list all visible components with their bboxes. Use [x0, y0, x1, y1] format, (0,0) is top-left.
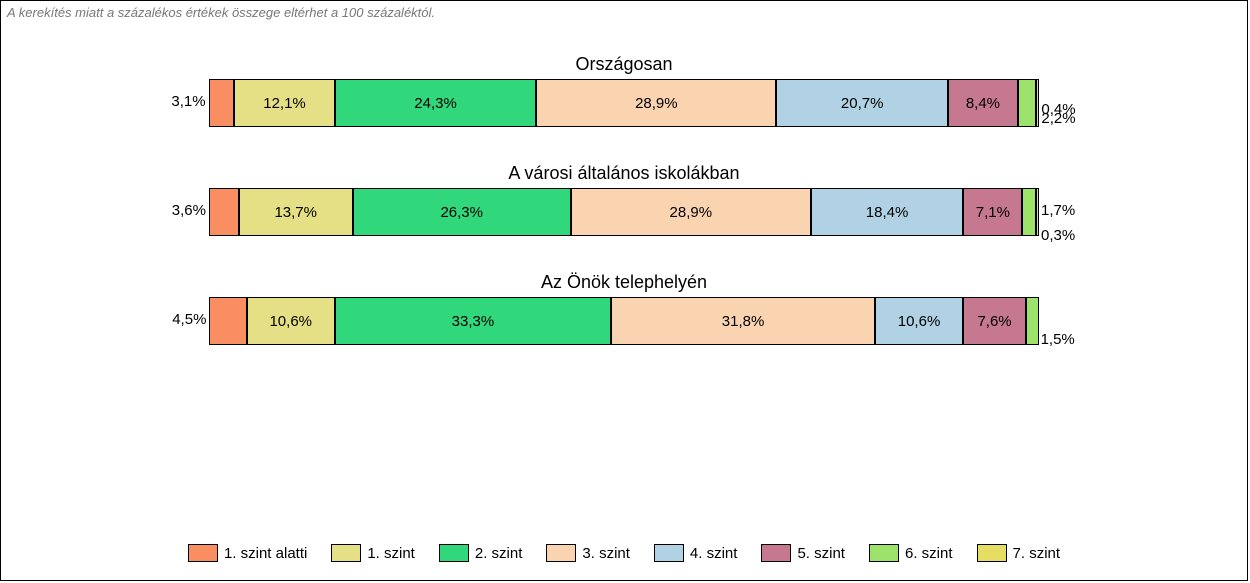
segment: 18,4% [811, 188, 964, 236]
legend-swatch [654, 544, 684, 562]
stacked-bar: 4,5%10,6%33,3%31,8%10,6%7,6%1,5% [209, 297, 1038, 345]
bar-group: A városi általános iskolákban 3,6% 13,7%26… [101, 163, 1147, 250]
segment: 24,3% [335, 79, 537, 127]
bar-group: Az Önök telephelyén4,5%10,6%33,3%31,8%10… [101, 272, 1147, 359]
ext-label-right: 0,4%2,2% [1039, 79, 1075, 113]
rounding-note: A kerekítés miatt a százalékos értékek ö… [1, 1, 1247, 24]
legend-label: 3. szint [582, 545, 630, 562]
legend-item: 7. szint [977, 544, 1061, 562]
legend-label: 6. szint [905, 545, 953, 562]
chart-container: A kerekítés miatt a százalékos értékek ö… [0, 0, 1248, 581]
ext-label-right: 1,5% [1039, 297, 1075, 314]
ext-label-left: 4,5% [172, 311, 209, 328]
legend-label: 7. szint [1013, 545, 1061, 562]
segment [209, 188, 239, 236]
bar-title: Országosan [101, 54, 1147, 75]
segment: 33,3% [335, 297, 611, 345]
legend: 1. szint alatti 1. szint 2. szint 3. szint 4… [1, 544, 1247, 562]
bar-wrap: 3,6% 13,7%26,3%28,9%18,4%7,1% 1,7%0,3% [101, 188, 1147, 250]
legend-label: 5. szint [797, 545, 845, 562]
legend-item: 5. szint [761, 544, 845, 562]
legend-label: 1. szint alatti [224, 545, 307, 562]
bar-wrap: 4,5%10,6%33,3%31,8%10,6%7,6%1,5% [101, 297, 1147, 359]
chart-area: Országosan3,1%12,1%24,3%28,9%20,7%8,4%0,… [1, 24, 1247, 391]
segment: 7,1% [963, 188, 1022, 236]
stacked-bar: 3,6%13,7%26,3%28,9%18,4%7,1%1,7%0,3% [209, 188, 1039, 236]
legend-item: 6. szint [869, 544, 953, 562]
segment: 31,8% [611, 297, 875, 345]
ext-label-left: 3,1% [171, 93, 208, 110]
legend-swatch [869, 544, 899, 562]
ext-label-left: 3,6% [172, 202, 209, 219]
legend-item: 2. szint [439, 544, 523, 562]
legend-swatch [761, 544, 791, 562]
legend-label: 4. szint [690, 545, 738, 562]
legend-item: 1. szint alatti [188, 544, 307, 562]
segment: 28,9% [536, 79, 776, 127]
segment: 26,3% [353, 188, 571, 236]
segment [209, 79, 235, 127]
legend-swatch [546, 544, 576, 562]
segment: 13,7% [239, 188, 353, 236]
segment: 10,6% [247, 297, 335, 345]
segment: 20,7% [776, 79, 948, 127]
segment: 8,4% [948, 79, 1018, 127]
segment [1018, 79, 1036, 127]
bar-group: Országosan 3,1% 12,1%24,3%28,9%20,7%8,4% 0,… [101, 54, 1147, 141]
stacked-bar: 3,1%12,1%24,3%28,9%20,7%8,4%0,4%2,2% [209, 79, 1040, 127]
legend-swatch [439, 544, 469, 562]
segment: 10,6% [875, 297, 963, 345]
bar-title: Az Önök telephelyén [101, 272, 1147, 293]
segment: 28,9% [571, 188, 811, 236]
legend-swatch [977, 544, 1007, 562]
legend-swatch [331, 544, 361, 562]
segment: 12,1% [234, 79, 334, 127]
bar-title: A városi általános iskolákban [101, 163, 1147, 184]
legend-label: 2. szint [475, 545, 523, 562]
segment [1022, 188, 1036, 236]
bar-wrap: 3,1% 12,1%24,3%28,9%20,7%8,4% 0,4%2,2% [101, 79, 1147, 141]
segment: 7,6% [963, 297, 1026, 345]
segment [209, 297, 246, 345]
legend-item: 3. szint [546, 544, 630, 562]
ext-label-right: 1,7%0,3% [1039, 188, 1075, 222]
legend-item: 4. szint [654, 544, 738, 562]
legend-item: 1. szint [331, 544, 415, 562]
segment [1026, 297, 1038, 345]
legend-label: 1. szint [367, 545, 415, 562]
legend-swatch [188, 544, 218, 562]
